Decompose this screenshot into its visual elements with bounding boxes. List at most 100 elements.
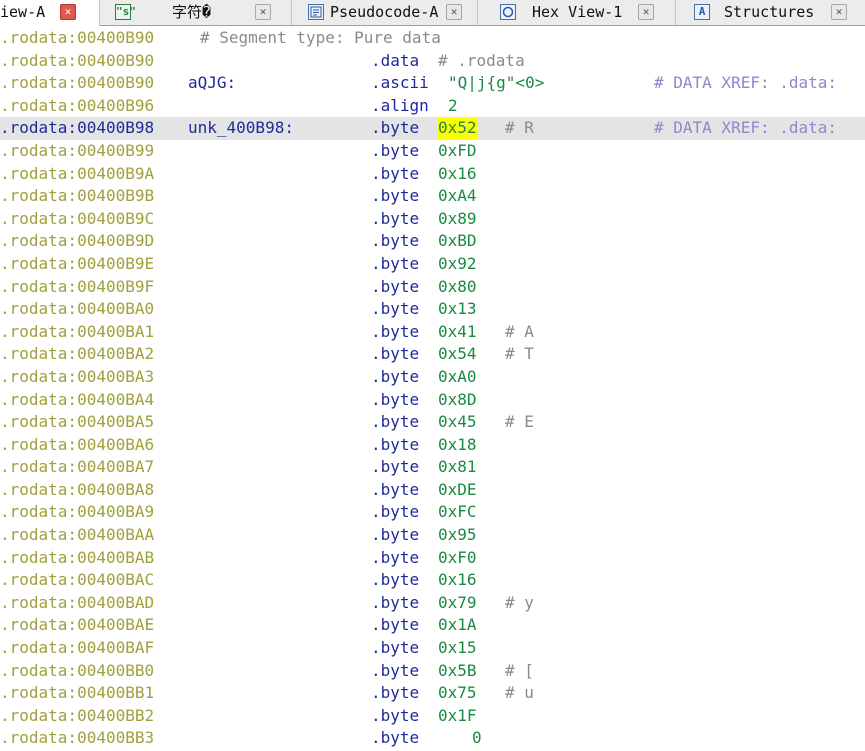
ida-window: iew-A ✕ "s" 字符� ✕ Pseudocode-A ✕ Hex Vie… — [0, 0, 865, 751]
listing-line[interactable]: .rodata:00400BA3 .byte 0xA0 — [0, 366, 865, 389]
listing-line[interactable]: .rodata:00400BAD .byte 0x79 # y — [0, 592, 865, 615]
byte-value[interactable]: 0xFC — [438, 501, 477, 524]
line-address: .rodata:00400B98 — [0, 118, 155, 138]
listing-line[interactable]: .rodata:00400B9E .byte 0x92 — [0, 253, 865, 276]
xref-comment[interactable]: # DATA XREF: .data: — [654, 117, 837, 140]
listing-line[interactable]: .rodata:00400BB3 .byte 0 — [0, 727, 865, 750]
byte-value[interactable]: 0x81 — [438, 456, 477, 479]
byte-directive: .byte — [371, 615, 420, 635]
disassembly-listing[interactable]: .rodata:00400B90 # Segment type: Pure da… — [0, 27, 865, 751]
byte-char-comment: # A — [505, 321, 534, 341]
listing-line[interactable]: .rodata:00400BAA .byte 0x95 — [0, 524, 865, 547]
tab-hex-view[interactable]: Hex View-1 ✕ — [478, 0, 676, 25]
listing-line[interactable]: .rodata:00400B96 .align 2 — [0, 95, 865, 118]
byte-value[interactable]: 0x45 — [438, 411, 477, 434]
byte-value[interactable]: 0xA0 — [438, 366, 477, 389]
listing-line[interactable]: .rodata:00400B9B .byte 0xA4 — [0, 185, 865, 208]
byte-value[interactable]: 0 — [472, 727, 482, 750]
data-comment: # .rodata — [438, 50, 525, 70]
byte-value[interactable]: 0x5B — [438, 660, 477, 683]
align-directive: .align — [371, 95, 429, 115]
byte-char-comment: # u — [505, 683, 534, 703]
string-label[interactable]: aQJG: — [188, 72, 236, 95]
string-value[interactable]: "Q|j{g"<0> — [448, 72, 544, 95]
byte-directive: .byte — [371, 502, 420, 522]
byte-value[interactable]: 0x1F — [438, 705, 477, 728]
byte-value[interactable]: 0x41 — [438, 321, 477, 344]
byte-value[interactable]: 0x1A — [438, 614, 477, 637]
listing-line[interactable]: .rodata:00400B9F .byte 0x80 — [0, 276, 865, 299]
byte-value[interactable]: 0x8D — [438, 389, 477, 412]
byte-directive: .byte — [371, 253, 420, 273]
listing-line[interactable]: .rodata:00400BA8 .byte 0xDE — [0, 479, 865, 502]
byte-value-cursor[interactable]: 0x52 — [438, 117, 477, 140]
listing-line[interactable]: .rodata:00400BA9 .byte 0xFC — [0, 501, 865, 524]
byte-value[interactable]: 0x92 — [438, 253, 477, 276]
line-address: .rodata:00400BA7 — [0, 457, 155, 477]
byte-value[interactable]: 0xDE — [438, 479, 477, 502]
byte-value[interactable]: 0xF0 — [438, 547, 477, 570]
listing-line[interactable]: .rodata:00400BA2 .byte 0x54 # T — [0, 343, 865, 366]
listing-line[interactable]: .rodata:00400BB0 .byte 0x5B # [ — [0, 660, 865, 683]
byte-char-comment: # y — [505, 592, 534, 612]
tab-label: iew-A — [0, 3, 46, 21]
listing-line[interactable]: .rodata:00400BA4 .byte 0x8D — [0, 389, 865, 412]
byte-label[interactable]: unk_400B98: — [188, 117, 294, 140]
byte-value[interactable]: 0x18 — [438, 434, 477, 457]
byte-value[interactable]: 0x16 — [438, 569, 477, 592]
listing-line[interactable]: .rodata:00400BA0 .byte 0x13 — [0, 298, 865, 321]
listing-line[interactable]: .rodata:00400BAC .byte 0x16 — [0, 569, 865, 592]
listing-line[interactable]: .rodata:00400BA7 .byte 0x81 — [0, 456, 865, 479]
align-value: 2 — [448, 95, 458, 115]
xref-comment[interactable]: # DATA XREF: .data: — [654, 72, 837, 95]
byte-value[interactable]: 0x89 — [438, 208, 477, 231]
tab-ida-view[interactable]: iew-A ✕ — [0, 0, 100, 26]
byte-value[interactable]: 0xA4 — [438, 185, 477, 208]
listing-line[interactable]: .rodata:00400B9D .byte 0xBD — [0, 230, 865, 253]
tab-pseudocode[interactable]: Pseudocode-A ✕ — [292, 0, 478, 25]
tab-label: Hex View-1 — [532, 3, 623, 21]
byte-value[interactable]: 0x15 — [438, 637, 477, 660]
close-icon[interactable]: ✕ — [831, 4, 847, 20]
listing-line[interactable]: .rodata:00400BAF .byte 0x15 — [0, 637, 865, 660]
listing-line-selected[interactable]: .rodata:00400B98 unk_400B98: .byte 0x52 # R #… — [0, 117, 865, 140]
line-address: .rodata:00400BAE — [0, 615, 155, 635]
byte-value[interactable]: 0x54 — [438, 343, 477, 366]
byte-directive: .byte — [371, 276, 420, 296]
tab-strings[interactable]: "s" 字符� ✕ — [100, 0, 292, 25]
strings-icon: "s" — [115, 4, 136, 20]
byte-value[interactable]: 0x16 — [438, 163, 477, 186]
listing-line[interactable]: .rodata:00400BA5 .byte 0x45 # E — [0, 411, 865, 434]
listing-line[interactable]: .rodata:00400B99 .byte 0xFD — [0, 140, 865, 163]
listing-line[interactable]: .rodata:00400BB2 .byte 0x1F — [0, 705, 865, 728]
close-icon[interactable]: ✕ — [60, 4, 76, 20]
close-icon[interactable]: ✕ — [446, 4, 462, 20]
listing-line[interactable]: .rodata:00400B90 # Segment type: Pure da… — [0, 27, 865, 50]
close-icon[interactable]: ✕ — [255, 4, 271, 20]
close-icon[interactable]: ✕ — [638, 4, 654, 20]
byte-value[interactable]: 0xFD — [438, 140, 477, 163]
listing-line[interactable]: .rodata:00400B90 aQJG: .ascii "Q|j{g"<0>… — [0, 72, 865, 95]
byte-value[interactable]: 0x13 — [438, 298, 477, 321]
byte-directive: .byte — [371, 299, 420, 319]
byte-char-comment: # [ — [505, 660, 534, 680]
listing-line[interactable]: .rodata:00400BA1 .byte 0x41 # A — [0, 321, 865, 344]
byte-value[interactable]: 0x95 — [438, 524, 477, 547]
line-address: .rodata:00400BA6 — [0, 434, 155, 454]
listing-line[interactable]: .rodata:00400BAB .byte 0xF0 — [0, 547, 865, 570]
line-address: .rodata:00400BAF — [0, 638, 155, 658]
listing-line[interactable]: .rodata:00400B9A .byte 0x16 — [0, 163, 865, 186]
listing-line[interactable]: .rodata:00400BB1 .byte 0x75 # u — [0, 682, 865, 705]
tab-structures[interactable]: A Structures ✕ — [676, 0, 865, 25]
listing-line[interactable]: .rodata:00400BAE .byte 0x1A — [0, 614, 865, 637]
listing-line[interactable]: .rodata:00400B90 .data # .rodata — [0, 50, 865, 73]
listing-line[interactable]: .rodata:00400B9C .byte 0x89 — [0, 208, 865, 231]
byte-value[interactable]: 0x75 — [438, 682, 477, 705]
byte-lines: .rodata:00400B98 unk_400B98: .byte 0x52 # R #… — [0, 117, 865, 750]
byte-value[interactable]: 0x79 — [438, 592, 477, 615]
byte-value[interactable]: 0xBD — [438, 230, 477, 253]
line-address: .rodata:00400BB3 — [0, 728, 155, 748]
byte-value[interactable]: 0x80 — [438, 276, 477, 299]
listing-line[interactable]: .rodata:00400BA6 .byte 0x18 — [0, 434, 865, 457]
ascii-directive: .ascii — [371, 73, 429, 93]
